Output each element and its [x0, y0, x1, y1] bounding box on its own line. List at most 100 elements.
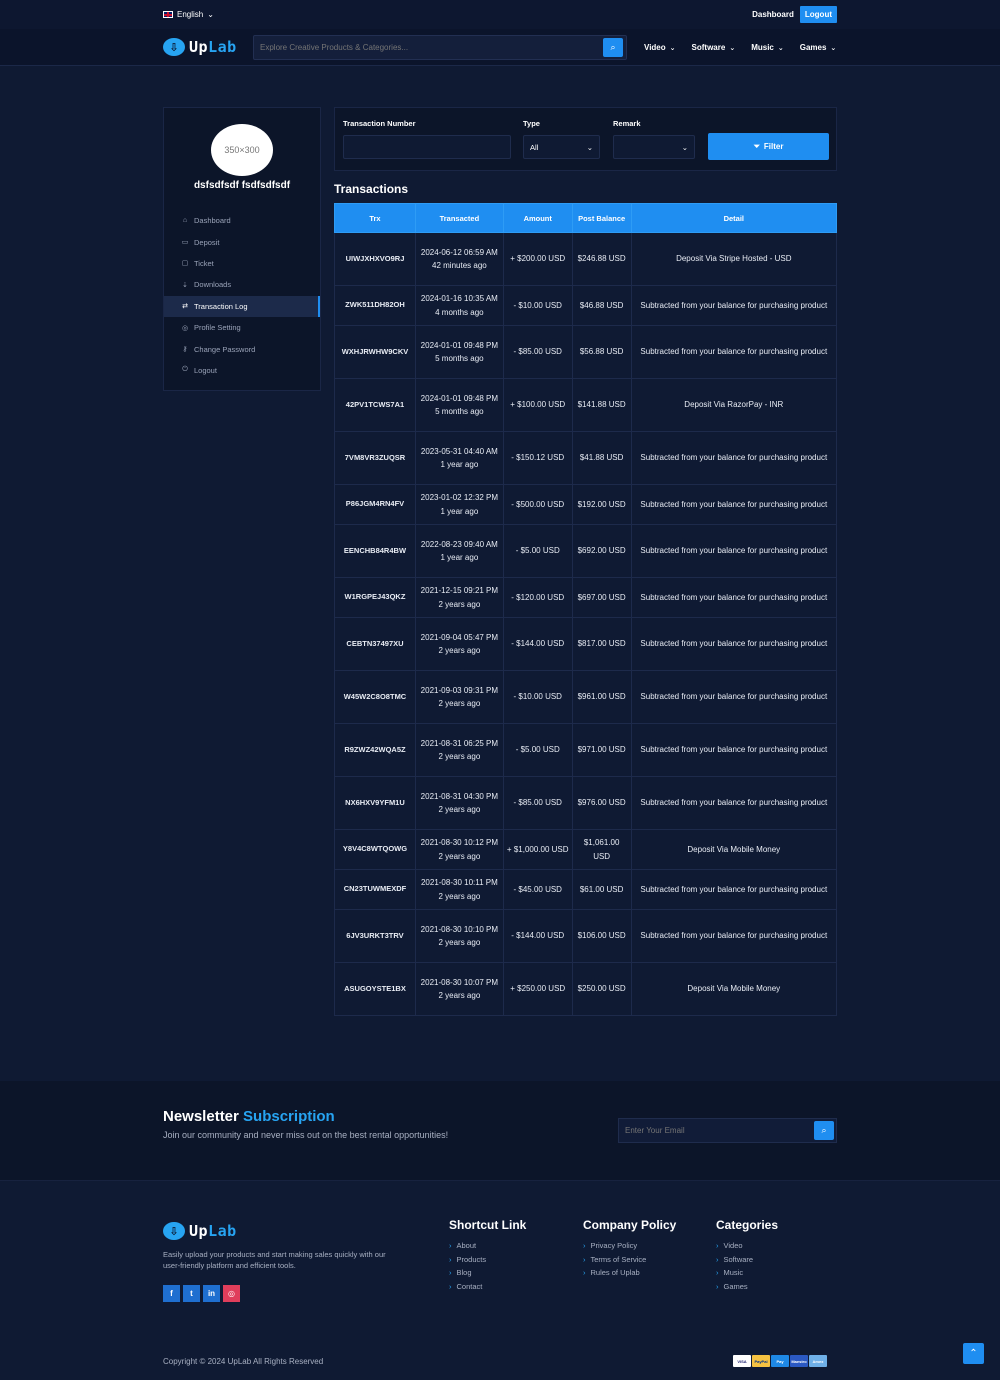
table-header-row: Trx Transacted Amount Post Balance Detail: [334, 203, 838, 233]
nav-item-music[interactable]: Music ⌄: [751, 43, 784, 52]
detail-cell: Subtracted from your balance for purchas…: [630, 431, 838, 485]
scroll-to-top-button[interactable]: ⌃: [963, 1343, 984, 1364]
chevron-down-icon: ⌄: [669, 44, 676, 52]
footer-link[interactable]: › Music: [716, 1268, 778, 1282]
table-row: EENCHB84R4BW 2022-08-23 09:40 AM 1 year ag…: [334, 524, 838, 578]
transacted-date: 2021-08-30 10:12 PM: [420, 838, 499, 848]
remark-select[interactable]: ⌄: [613, 135, 695, 159]
footer-column-categories: Categories › Video › Software › Music › Games: [716, 1218, 778, 1295]
sidebar-item-ticket[interactable]: ▢ Ticket: [164, 253, 320, 274]
sidebar-item-change-password[interactable]: ⚷ Change Password: [164, 338, 320, 359]
transacted-cell: 2021-08-31 04:30 PM 2 years ago: [414, 776, 504, 830]
linkedin-icon[interactable]: in: [203, 1285, 220, 1302]
amount-cell: - $45.00 USD: [502, 869, 573, 910]
sidebar-item-downloads[interactable]: ⇣ Downloads: [164, 274, 320, 295]
search-input[interactable]: [260, 42, 603, 52]
trx-cell: NX6HXV9YFM1U: [334, 776, 416, 830]
transacted-cell: 2024-01-01 09:48 PM 5 months ago: [414, 378, 504, 432]
transacted-cell: 2023-01-02 12:32 PM 1 year ago: [414, 484, 504, 525]
table-row: UIWJXHXVO9RJ 2024-06-12 06:59 AM 42 minute…: [334, 232, 838, 286]
post-balance-cell: $41.88 USD: [571, 431, 632, 485]
filter-button[interactable]: ⏷ Filter: [708, 133, 829, 160]
payment-card-icon: Pay: [771, 1355, 789, 1367]
transacted-date: 2021-08-30 10:10 PM: [420, 924, 499, 934]
amount-cell: - $10.00 USD: [502, 285, 573, 326]
sidebar-item-transaction-log[interactable]: ⇄ Transaction Log: [164, 295, 320, 317]
footer-link[interactable]: › Terms of Service: [583, 1255, 676, 1269]
home-icon: ⌂: [182, 217, 188, 225]
nav-item-label: Music: [751, 42, 774, 52]
amount-cell: - $150.12 USD: [502, 431, 573, 485]
footer-link[interactable]: › Rules of Uplab: [583, 1268, 676, 1282]
footer-link[interactable]: › Products: [449, 1255, 526, 1269]
amount-cell: + $200.00 USD: [502, 232, 573, 286]
search-button[interactable]: ⌕: [603, 37, 623, 57]
instagram-icon[interactable]: ◎: [223, 1285, 240, 1302]
top-bar: English ⌄ Dashboard Logout: [0, 0, 1000, 29]
footer-link[interactable]: › Contact: [449, 1282, 526, 1296]
dashboard-link[interactable]: Dashboard: [752, 10, 794, 19]
sidebar-item-label: Profile Setting: [194, 323, 241, 333]
transacted-date: 2023-05-31 04:40 AM: [420, 446, 498, 456]
amount-cell: - $500.00 USD: [502, 484, 573, 525]
search-icon: ⌕: [610, 41, 616, 52]
site-logo[interactable]: ⇩ UpLab: [163, 38, 253, 56]
footer-link[interactable]: › Privacy Policy: [583, 1241, 676, 1255]
nav-item-games[interactable]: Games ⌄: [800, 43, 837, 52]
footer-link[interactable]: › Blog: [449, 1268, 526, 1282]
language-selector[interactable]: English ⌄: [163, 10, 214, 19]
transacted-date: 2022-08-23 09:40 AM: [420, 539, 498, 549]
newsletter-email-input[interactable]: [625, 1126, 814, 1135]
sidebar-item-profile-setting[interactable]: ◎ Profile Setting: [164, 317, 320, 338]
sidebar-item-label: Logout: [194, 365, 217, 375]
facebook-icon[interactable]: f: [163, 1285, 180, 1302]
trx-number-input[interactable]: [343, 135, 511, 159]
transacted-ago: 2 years ago: [438, 752, 481, 761]
chevron-down-icon: ⌄: [207, 10, 214, 19]
table-row: W45W2C8O8TMC 2021-09-03 09:31 PM 2 years a…: [334, 670, 838, 724]
twitter-icon[interactable]: t: [183, 1285, 200, 1302]
transacted-ago: 2 years ago: [438, 599, 481, 609]
table-row: ASUGOYSTE1BX 2021-08-30 10:07 PM 2 years a…: [334, 962, 838, 1016]
trx-cell: 7VM8VR3ZUQSR: [334, 431, 416, 485]
payment-methods: VISA PayPal Pay Maestro Amex: [733, 1355, 827, 1367]
language-label: English: [177, 10, 204, 19]
sidebar-item-label: Change Password: [194, 344, 256, 354]
chevron-down-icon: ⌄: [830, 44, 837, 52]
detail-cell: Deposit Via RazorPay - INR: [630, 378, 838, 432]
logout-button[interactable]: Logout: [799, 6, 837, 23]
table-row: NX6HXV9YFM1U 2021-08-31 04:30 PM 2 years a…: [334, 776, 838, 830]
sidebar-item-logout[interactable]: ⏻ Logout: [164, 360, 320, 381]
amount-cell: + $250.00 USD: [502, 962, 573, 1016]
newsletter-submit-button[interactable]: ⌕: [814, 1121, 834, 1140]
transactions-title: Transactions: [334, 182, 409, 196]
detail-cell: Deposit Via Stripe Hosted - USD: [630, 232, 838, 286]
nav-item-video[interactable]: Video ⌄: [644, 43, 676, 52]
footer-link[interactable]: › Video: [716, 1241, 778, 1255]
remark-label: Remark: [613, 119, 641, 128]
chevron-right-icon: ›: [716, 1281, 719, 1291]
sidebar-item-deposit[interactable]: ▭ Deposit: [164, 231, 320, 252]
footer-link[interactable]: › Software: [716, 1255, 778, 1269]
footer-link-label: Music: [723, 1268, 744, 1277]
transacted-cell: 2023-05-31 04:40 AM 1 year ago: [414, 431, 504, 485]
type-select[interactable]: All ⌄: [523, 135, 600, 159]
sidebar-item-dashboard[interactable]: ⌂ Dashboard: [164, 210, 320, 231]
footer-link[interactable]: › Games: [716, 1282, 778, 1296]
footer-link-label: Rules of Uplab: [590, 1268, 640, 1277]
detail-cell: Deposit Via Mobile Money: [630, 962, 838, 1016]
trx-cell: UIWJXHXVO9RJ: [334, 232, 416, 286]
sidebar-item-label: Ticket: [194, 258, 214, 268]
chevron-down-icon: ⌄: [729, 44, 736, 52]
footer-link[interactable]: › About: [449, 1241, 526, 1255]
detail-cell: Subtracted from your balance for purchas…: [630, 869, 838, 910]
chevron-right-icon: ›: [449, 1241, 452, 1250]
column-header: Post Balance: [571, 203, 632, 233]
footer-logo[interactable]: ⇩ UpLab: [163, 1222, 237, 1240]
main-menu: Video ⌄ Software ⌄ Music ⌄ Games ⌄: [644, 43, 836, 52]
social-links: f t in ◎: [163, 1285, 240, 1302]
table-row: CEBTN37497XU 2021-09-04 05:47 PM 2 years a…: [334, 617, 838, 671]
search-icon: ⌕: [821, 1125, 827, 1135]
nav-item-software[interactable]: Software ⌄: [692, 43, 736, 52]
payment-card-icon: Amex: [809, 1355, 827, 1367]
